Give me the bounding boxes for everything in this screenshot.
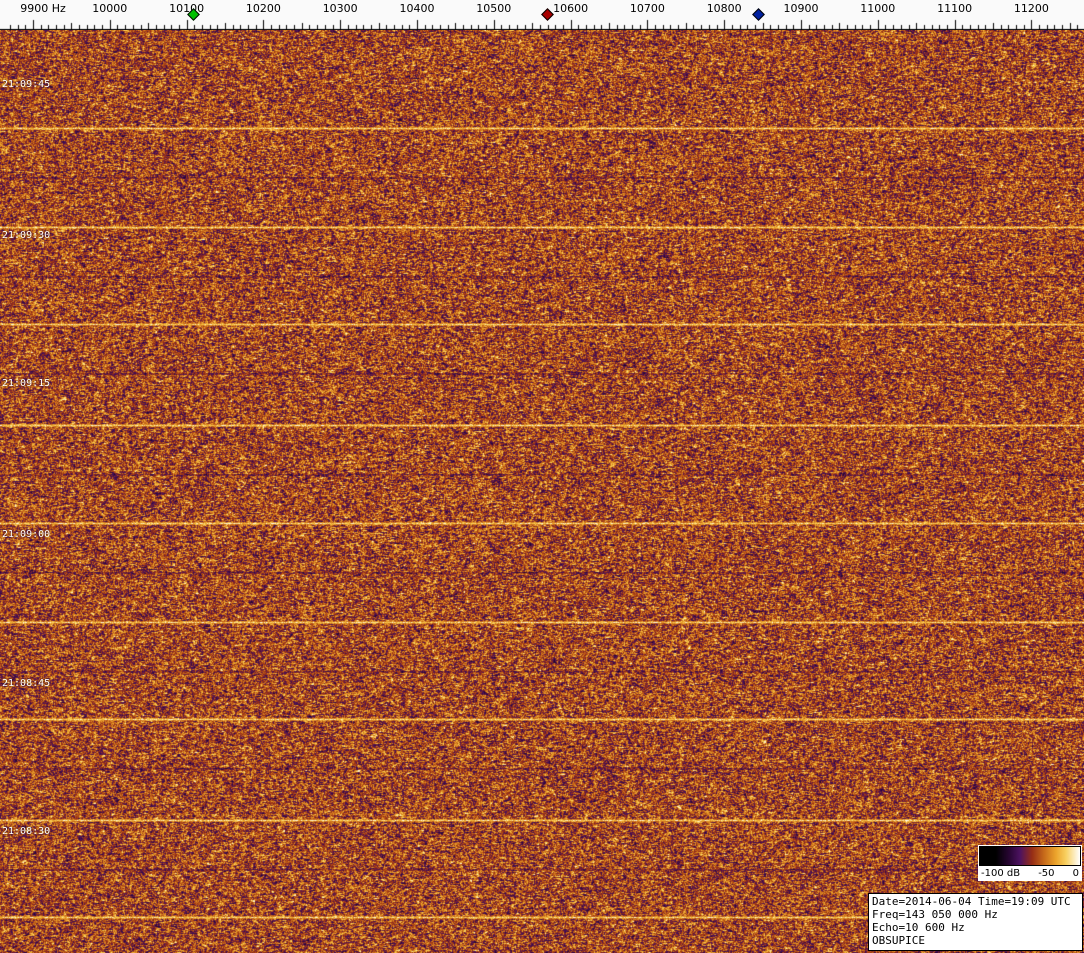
colorbar-label-mid: -50	[1038, 867, 1055, 879]
info-line-date-time: Date=2014-06-04 Time=19:09 UTC	[872, 895, 1071, 908]
frequency-ruler[interactable]: 9900 Hz 10000 10100 10200 10300 10400 10500 106…	[0, 0, 1084, 30]
spectrogram-canvas[interactable]	[0, 30, 1084, 953]
colorbar-scale-labels: -100 dB -50 0	[979, 866, 1081, 880]
info-line-station: OBSUPICE	[872, 934, 925, 947]
colorbar-label-min: -100 dB	[981, 867, 1021, 879]
colorbar: -100 dB -50 0	[978, 845, 1082, 881]
colorbar-gradient	[979, 846, 1081, 866]
info-line-echo: Echo=10 600 Hz	[872, 921, 965, 934]
app-root: 9900 Hz 10000 10100 10200 10300 10400 10500 106…	[0, 0, 1084, 953]
info-box: Date=2014-06-04 Time=19:09 UTC Freq=143 …	[868, 893, 1083, 951]
waterfall-display[interactable]: 21:09:45 21:09:30 21:09:15 21:09:00 21:08:45…	[0, 30, 1084, 953]
info-line-frequency: Freq=143 050 000 Hz	[872, 908, 998, 921]
colorbar-label-max: 0	[1072, 867, 1079, 879]
